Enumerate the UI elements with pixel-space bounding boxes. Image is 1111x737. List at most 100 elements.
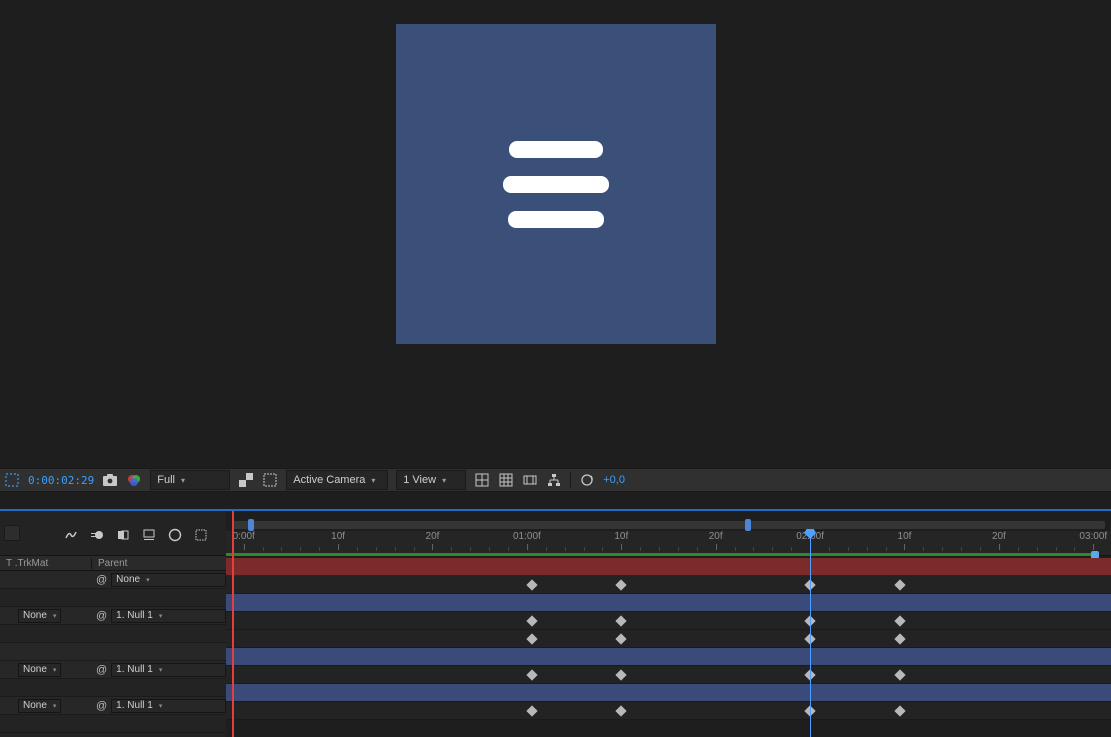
mask-icon[interactable] [262, 472, 278, 488]
guides-icon[interactable] [474, 472, 490, 488]
channel-icon[interactable] [126, 472, 142, 488]
timeline-left-pane: T .TrkMat Parent @None▾None▾@1. Null 1▾N… [0, 511, 227, 737]
pickwhip-icon[interactable]: @ [96, 700, 107, 712]
ruler-tick: 03:00f [1079, 531, 1107, 542]
property-lane[interactable] [226, 666, 1111, 684]
layer-bar-lane[interactable] [226, 684, 1111, 702]
ruler-tick: 01:00f [513, 531, 541, 542]
motion-blur-icon[interactable] [90, 528, 104, 545]
keyframe-diamond[interactable] [615, 615, 626, 626]
layer-duration-bar[interactable] [226, 648, 1111, 665]
ruler-tick: 10f [898, 531, 912, 542]
snapshot-icon[interactable] [102, 472, 118, 488]
transparency-grid-icon[interactable] [238, 472, 254, 488]
property-lane[interactable] [226, 630, 1111, 648]
parent-dropdown[interactable]: 1. Null 1▾ [111, 699, 226, 713]
property-row[interactable] [0, 715, 226, 733]
composition-viewer[interactable] [0, 0, 1111, 462]
work-area-end-handle[interactable] [745, 519, 751, 531]
draft-3d-icon[interactable] [142, 528, 156, 545]
exposure-value[interactable]: +0,0 [603, 474, 625, 486]
resolution-label: Full [157, 474, 175, 486]
trkmat-dropdown[interactable]: None▾ [18, 663, 61, 677]
chevron-down-icon: ▾ [181, 476, 185, 485]
separator [570, 472, 571, 488]
trkmat-dropdown[interactable]: None▾ [18, 609, 61, 623]
trkmat-dropdown[interactable]: None▾ [18, 699, 61, 713]
render-queue-icon[interactable] [194, 528, 208, 545]
keyframe-diamond[interactable] [526, 579, 537, 590]
layer-bar-lane[interactable] [226, 594, 1111, 612]
layer-row[interactable]: None▾ @1. Null 1▾ [0, 697, 226, 715]
parent-dropdown[interactable]: 1. Null 1▾ [111, 663, 226, 677]
layer-duration-bar[interactable] [226, 558, 1111, 576]
frame-blend-icon[interactable] [116, 528, 130, 545]
keyframe-diamond[interactable] [526, 669, 537, 680]
keyframe-diamond[interactable] [895, 633, 906, 644]
keyframe-diamond[interactable] [895, 579, 906, 590]
divider-strip [0, 493, 1111, 510]
keyframe-diamond[interactable] [895, 615, 906, 626]
property-row[interactable] [0, 679, 226, 697]
keyframe-diamond[interactable] [526, 705, 537, 716]
keyframe-diamond[interactable] [615, 579, 626, 590]
timeline-graph-area[interactable]: 0:00f10f20f01:00f10f20f02:00f10f20f03:00… [226, 511, 1111, 737]
pixel-aspect-icon[interactable] [522, 472, 538, 488]
layer-bar-lane[interactable] [226, 558, 1111, 576]
property-row[interactable] [0, 643, 226, 661]
region-of-interest-icon[interactable] [4, 472, 20, 488]
flowchart-icon[interactable] [546, 472, 562, 488]
keyframe-diamond[interactable] [526, 633, 537, 644]
time-start-indicator [232, 511, 234, 737]
shy-icon[interactable] [64, 528, 78, 545]
preview-canvas [396, 24, 716, 344]
pickwhip-icon[interactable]: @ [96, 610, 107, 622]
graph-editor-icon[interactable] [168, 528, 182, 545]
property-row[interactable] [0, 625, 226, 643]
cached-preview-bar [226, 553, 1091, 556]
keyframe-diamond[interactable] [615, 669, 626, 680]
work-area-start-handle[interactable] [248, 519, 254, 531]
parent-dropdown[interactable]: None▾ [111, 573, 226, 587]
viewer-toolbar: 0:00:02:29 Full ▾ Active Camera ▾ 1 View… [0, 468, 1111, 492]
layer-list-header: T .TrkMat Parent [0, 556, 226, 571]
ruler-tick: 0:00f [233, 531, 255, 542]
pickwhip-icon[interactable]: @ [96, 664, 107, 676]
resolution-dropdown[interactable]: Full ▾ [150, 470, 230, 490]
parent-dropdown[interactable]: 1. Null 1▾ [111, 609, 226, 623]
ruler-tick: 10f [331, 531, 345, 542]
property-lane[interactable] [226, 702, 1111, 720]
grid-icon[interactable] [498, 472, 514, 488]
layer-row[interactable]: None▾ @1. Null 1▾ [0, 661, 226, 679]
layer-duration-bar[interactable] [226, 684, 1111, 701]
layer-row[interactable]: @ None▾ [0, 571, 226, 589]
layer-duration-bar[interactable] [226, 594, 1111, 611]
layer-row[interactable]: None▾ @1. Null 1▾ [0, 607, 226, 625]
keyframe-diamond[interactable] [526, 615, 537, 626]
shape-bar-1 [509, 141, 603, 158]
property-lane[interactable] [226, 612, 1111, 630]
trkmat-column-header[interactable]: T .TrkMat [0, 558, 92, 569]
playhead[interactable] [810, 531, 811, 737]
parent-column-header[interactable]: Parent [92, 558, 226, 569]
camera-label: Active Camera [293, 474, 365, 486]
timeline-left-header [0, 511, 226, 556]
property-row[interactable] [0, 589, 226, 607]
chevron-down-icon: ▾ [442, 476, 446, 485]
keyframe-diamond[interactable] [615, 705, 626, 716]
camera-dropdown[interactable]: Active Camera ▾ [286, 470, 388, 490]
shape-bar-3 [508, 211, 604, 228]
property-lane[interactable] [226, 576, 1111, 594]
view-dropdown[interactable]: 1 View ▾ [396, 470, 466, 490]
current-timecode[interactable]: 0:00:02:29 [28, 474, 94, 487]
work-area-bar[interactable] [232, 521, 1105, 529]
keyframe-diamond[interactable] [615, 633, 626, 644]
layer-bar-lane[interactable] [226, 648, 1111, 666]
view-label: 1 View [403, 474, 436, 486]
ruler-tick: 20f [992, 531, 1006, 542]
exposure-reset-icon[interactable] [579, 472, 595, 488]
pickwhip-icon[interactable]: @ [96, 574, 107, 586]
keyframe-diamond[interactable] [895, 669, 906, 680]
layer-rows: @None▾None▾@1. Null 1▾None▾@1. Null 1▾No… [0, 571, 226, 733]
keyframe-diamond[interactable] [895, 705, 906, 716]
